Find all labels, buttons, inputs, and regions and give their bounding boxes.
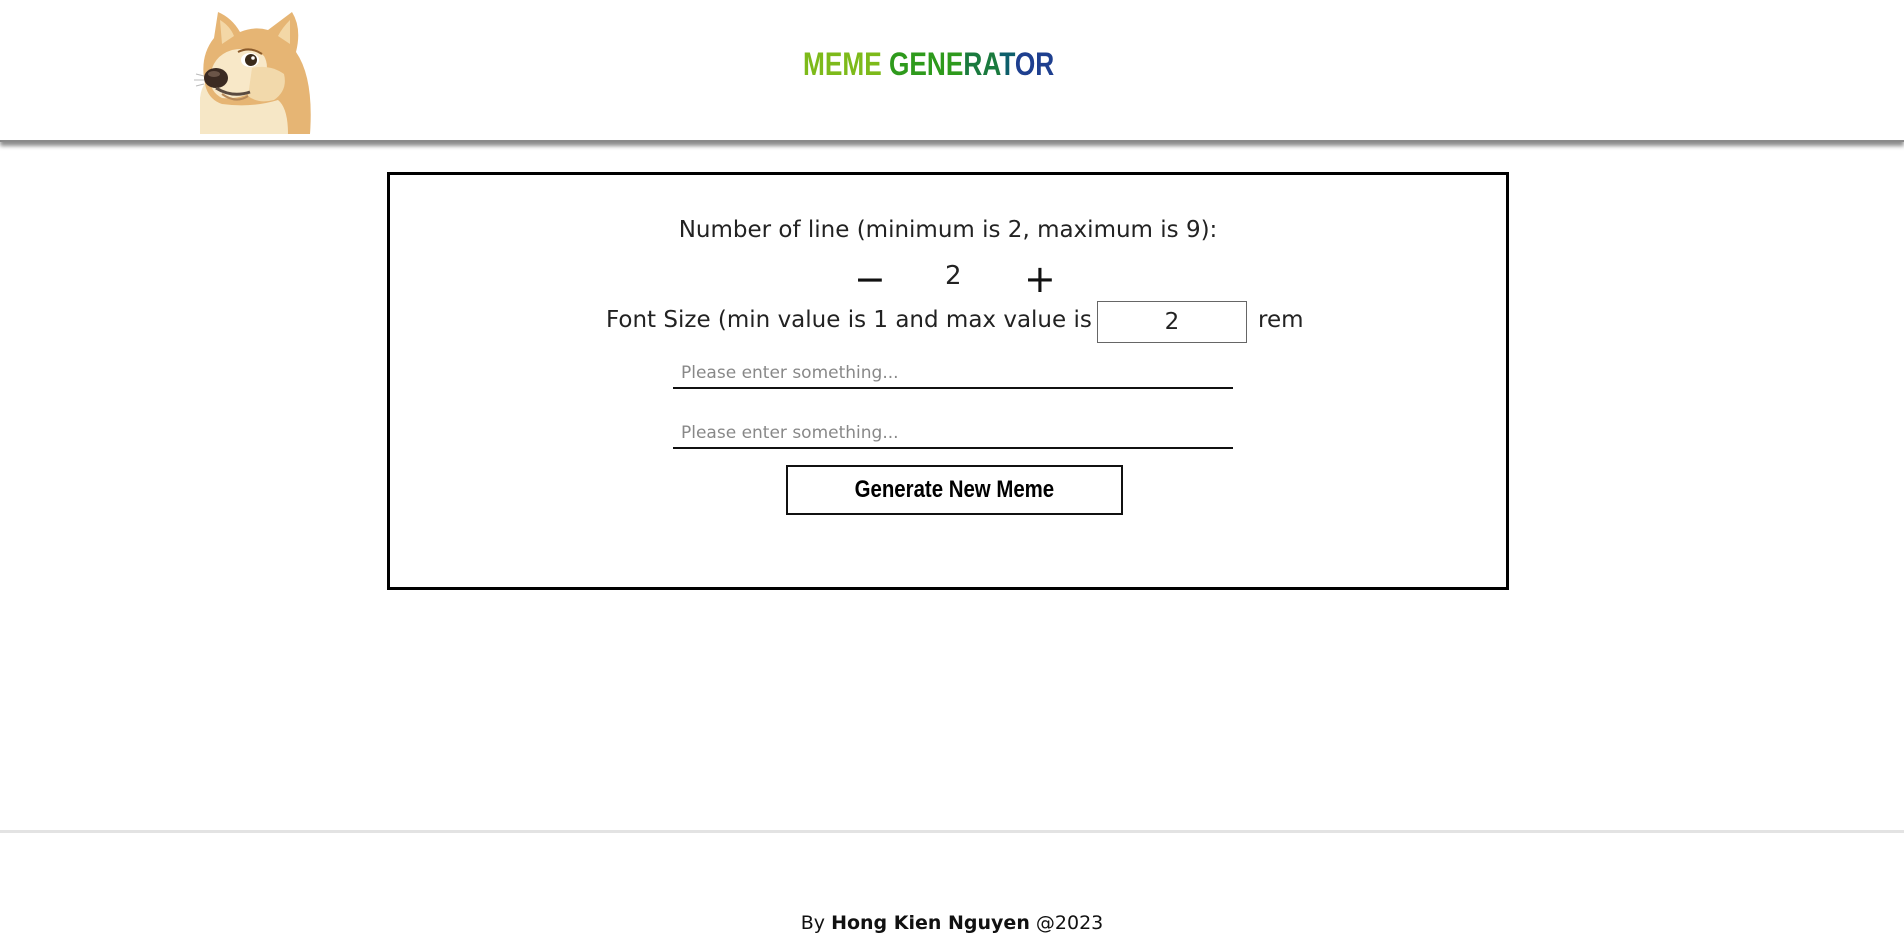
title-part: GENE (889, 46, 964, 82)
footer-suffix: @2023 (1029, 912, 1104, 934)
doge-logo[interactable] (192, 8, 316, 134)
page-title: MEME GENERATOR (803, 46, 1054, 83)
title-part: OR (1014, 46, 1055, 82)
font-size-input[interactable] (1097, 301, 1247, 343)
meme-line-input-2[interactable] (673, 419, 1233, 449)
footer-prefix: By (800, 912, 832, 934)
line-count-value: 2 (945, 261, 962, 291)
footer: By Hong Kien Nguyen @2023 (0, 912, 1904, 934)
generate-meme-button-label: Generate New Meme (854, 476, 1055, 503)
footer-author: Hong Kien Nguyen (831, 912, 1030, 934)
header: MEME GENERATOR (0, 0, 1904, 142)
plus-icon[interactable]: + (1024, 259, 1056, 299)
meme-form-panel: Number of line (minimum is 2, maximum is… (387, 172, 1509, 590)
title-part: RA (963, 46, 1000, 82)
line-count-label: Number of line (minimum is 2, maximum is… (678, 217, 1218, 243)
font-size-unit: rem (1258, 307, 1304, 333)
minus-icon[interactable]: − (854, 259, 886, 299)
title-part: MEME (803, 46, 890, 82)
title-part: T (999, 46, 1015, 82)
footer-divider (0, 830, 1904, 833)
line-count-stepper: − 2 + (390, 259, 1506, 299)
font-size-label: Font Size (min value is 1 and max value … (606, 307, 1131, 333)
font-size-row: Font Size (min value is 1 and max value … (390, 301, 1506, 347)
generate-meme-button[interactable]: Generate New Meme (786, 465, 1123, 515)
meme-line-input-1[interactable] (673, 359, 1233, 389)
